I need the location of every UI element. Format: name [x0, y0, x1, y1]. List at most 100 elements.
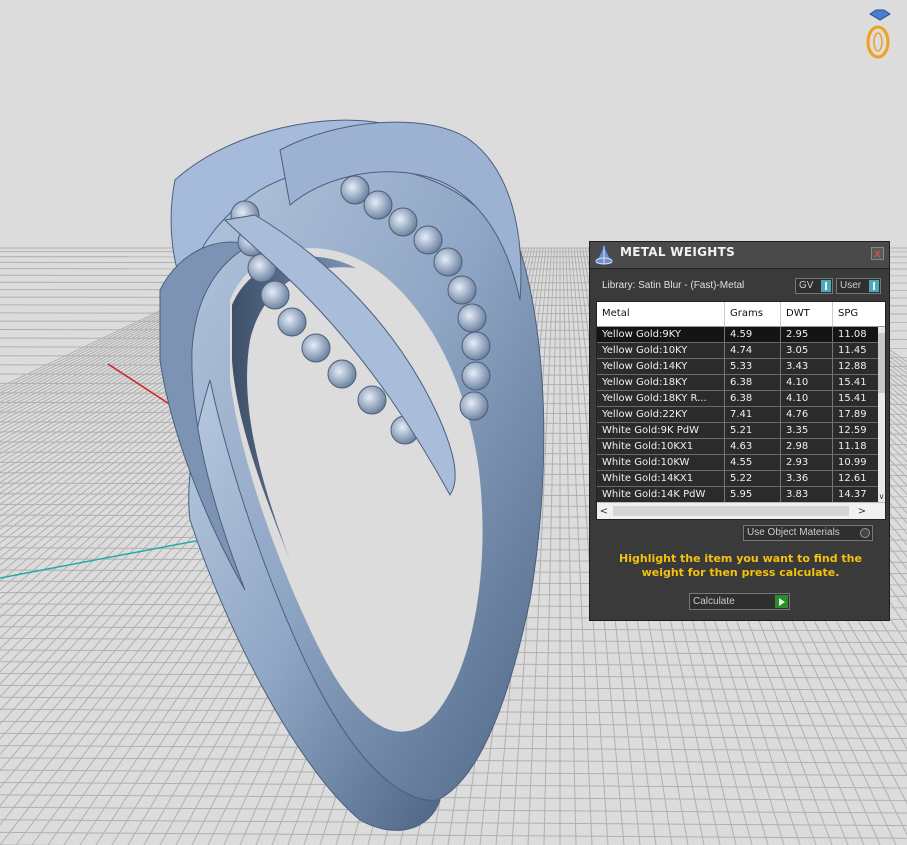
cell-spg: 11.08	[838, 329, 867, 340]
cell-grams: 5.95	[725, 487, 781, 502]
cell-dwt: 3.05	[781, 343, 833, 358]
cell-spg: 10.99	[838, 457, 867, 468]
library-label: Library: Satin Blur - (Fast)-Metal	[602, 280, 745, 291]
metal-weights-panel: METAL WEIGHTS x Library: Satin Blur - (F…	[589, 241, 890, 621]
cell-grams: 4.59	[725, 327, 781, 342]
scrollbar-thumb[interactable]	[613, 506, 849, 516]
cell-grams: 6.38	[725, 391, 781, 406]
table-row[interactable]: Yellow Gold:10KY 4.74 3.05 11.45	[597, 343, 878, 359]
gv-toggle[interactable]: GV	[795, 278, 833, 294]
radio-icon[interactable]	[860, 528, 870, 538]
cell-metal: White Gold:10KX1	[597, 439, 725, 454]
cell-spg: 14.37	[838, 489, 867, 500]
cell-grams: 5.33	[725, 359, 781, 374]
stone-icon	[363, 190, 393, 220]
cell-grams: 4.63	[725, 439, 781, 454]
cell-dwt: 3.36	[781, 471, 833, 486]
stone-icon	[277, 307, 307, 337]
cell-metal: Yellow Gold:9KY	[597, 327, 725, 342]
stone-icon	[413, 225, 443, 255]
stone-icon	[433, 247, 463, 277]
play-icon	[775, 595, 788, 608]
ring-logo-icon	[866, 9, 891, 59]
cell-dwt: 4.76	[781, 407, 833, 422]
toggle-knob-icon	[821, 280, 831, 292]
table-row[interactable]: White Gold:9K PdW 5.21 3.35 12.59	[597, 423, 878, 439]
calculate-label: Calculate	[693, 596, 735, 607]
user-toggle[interactable]: User	[836, 278, 881, 294]
cell-dwt: 2.95	[781, 327, 833, 342]
user-toggle-label: User	[840, 280, 862, 291]
column-header-grams[interactable]: Grams	[725, 302, 781, 326]
column-header-metal[interactable]: Metal	[597, 302, 725, 326]
cell-metal: White Gold:9K PdW	[597, 423, 725, 438]
metal-weights-icon	[594, 244, 614, 265]
calculate-button[interactable]: Calculate	[689, 593, 790, 610]
column-header-dwt[interactable]: DWT	[781, 302, 833, 326]
stone-icon	[388, 207, 418, 237]
table-row[interactable]: Yellow Gold:14KY 5.33 3.43 12.88	[597, 359, 878, 375]
cell-metal: White Gold:14K PdW	[597, 487, 725, 502]
stone-icon	[461, 361, 491, 391]
cell-metal: Yellow Gold:10KY	[597, 343, 725, 358]
stone-icon	[461, 331, 491, 361]
cell-metal: Yellow Gold:18KY R...	[597, 391, 725, 406]
panel-titlebar[interactable]: METAL WEIGHTS x	[590, 242, 889, 269]
cell-dwt: 2.93	[781, 455, 833, 470]
table-header: Metal Grams DWT SPG	[597, 302, 885, 327]
panel-title: METAL WEIGHTS	[620, 245, 736, 259]
cell-spg: 12.88	[838, 361, 867, 372]
cell-spg: 15.41	[838, 393, 867, 404]
cell-metal: White Gold:10KW	[597, 455, 725, 470]
cell-metal: Yellow Gold:18KY	[597, 375, 725, 390]
cell-spg: 17.89	[838, 409, 867, 420]
cell-grams: 5.22	[725, 471, 781, 486]
table-row[interactable]: White Gold:10KW 4.55 2.93 10.99	[597, 455, 878, 471]
chevron-right-icon[interactable]: >	[855, 503, 869, 519]
cell-dwt: 4.10	[781, 375, 833, 390]
cell-dwt: 2.98	[781, 439, 833, 454]
toggle-knob-icon	[869, 280, 879, 292]
stone-icon	[357, 385, 387, 415]
stone-icon	[457, 303, 487, 333]
cell-grams: 4.55	[725, 455, 781, 470]
close-button[interactable]: x	[871, 247, 884, 260]
use-object-materials-label: Use Object Materials	[747, 527, 840, 538]
vertical-scrollbar[interactable]: ∨	[878, 327, 885, 502]
chevron-down-icon[interactable]: ∨	[878, 491, 885, 502]
cell-grams: 5.21	[725, 423, 781, 438]
cell-dwt: 3.83	[781, 487, 833, 502]
cell-metal: Yellow Gold:14KY	[597, 359, 725, 374]
stone-icon	[447, 275, 477, 305]
table-row[interactable]: Yellow Gold:22KY 7.41 4.76 17.89	[597, 407, 878, 423]
table-row[interactable]: White Gold:14K PdW 5.95 3.83 14.37	[597, 487, 878, 503]
cell-metal: White Gold:14KX1	[597, 471, 725, 486]
instruction-text: Highlight the item you want to find the …	[619, 552, 862, 579]
gv-toggle-label: GV	[799, 280, 814, 291]
cell-dwt: 4.10	[781, 391, 833, 406]
table-row[interactable]: Yellow Gold:18KY 6.38 4.10 15.41	[597, 375, 878, 391]
cell-spg: 11.45	[838, 345, 867, 356]
chevron-left-icon[interactable]: <	[597, 503, 611, 519]
table-row[interactable]: Yellow Gold:9KY 4.59 2.95 11.08	[597, 327, 878, 343]
cell-spg: 12.61	[838, 473, 867, 484]
table-row[interactable]: White Gold:10KX1 4.63 2.98 11.18	[597, 439, 878, 455]
cell-spg: 11.18	[838, 441, 867, 452]
cell-grams: 4.74	[725, 343, 781, 358]
cell-dwt: 3.43	[781, 359, 833, 374]
horizontal-scrollbar[interactable]: < >	[597, 502, 885, 519]
stone-icon	[301, 333, 331, 363]
column-header-spg[interactable]: SPG	[833, 302, 885, 326]
scrollbar-thumb[interactable]	[878, 333, 885, 393]
stone-icon	[327, 359, 357, 389]
cell-spg: 12.59	[838, 425, 867, 436]
use-object-materials-option[interactable]: Use Object Materials	[743, 525, 873, 541]
ring-model[interactable]	[159, 119, 545, 831]
cell-dwt: 3.35	[781, 423, 833, 438]
stone-icon	[260, 280, 290, 310]
table-row[interactable]: Yellow Gold:18KY R... 6.38 4.10 15.41	[597, 391, 878, 407]
stone-icon	[459, 391, 489, 421]
metal-table[interactable]: Metal Grams DWT SPG Yellow Gold:9KY 4.59…	[596, 301, 886, 520]
cell-metal: Yellow Gold:22KY	[597, 407, 725, 422]
table-row[interactable]: White Gold:14KX1 5.22 3.36 12.61	[597, 471, 878, 487]
